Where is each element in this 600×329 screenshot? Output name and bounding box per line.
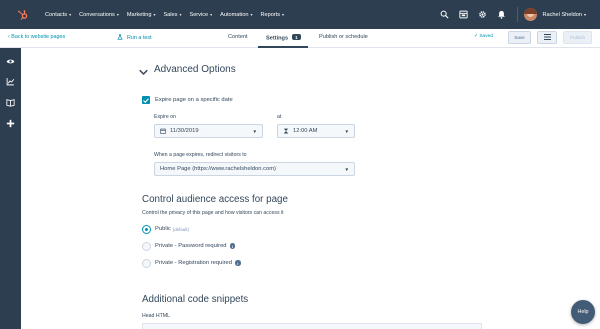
audience-access-description: Control the privacy of this page and how… (142, 210, 284, 216)
nav-right: Rachel Sheldon ▾ (435, 0, 600, 29)
private-registration-label: Private - Registration required (155, 260, 233, 266)
head-html-editor[interactable] (142, 323, 482, 329)
run-test-label: Run a test (127, 35, 152, 41)
chevron-down-icon: ▾ (179, 12, 182, 17)
chevron-down-icon[interactable]: ▾ (584, 12, 586, 17)
redirect-page-select[interactable]: Home Page (https://www.rachelsheldon.com… (154, 162, 355, 176)
flask-icon (117, 34, 123, 42)
chevron-down-icon: ▾ (69, 12, 72, 17)
info-icon[interactable]: i (229, 243, 236, 249)
nav-conversations-label: Conversations (79, 11, 115, 18)
nav-reports-label: Reports (260, 11, 281, 18)
clock-icon (283, 128, 289, 134)
saved-status: ✓ Saved (474, 34, 493, 39)
head-html-label: Head HTML (142, 313, 170, 319)
expire-time-value: 12:00 AM (293, 128, 318, 134)
menu-icon (543, 34, 551, 41)
search-icon[interactable] (435, 0, 454, 29)
more-options-button[interactable] (537, 31, 557, 44)
nav-sales-label: Sales (163, 11, 178, 18)
nav-contacts-label: Contacts (45, 11, 68, 18)
public-label: Public (155, 226, 171, 232)
default-note: (default) (172, 226, 189, 232)
user-name[interactable]: Rachel Sheldon (542, 12, 582, 18)
radio-public-label[interactable]: Public (default) (155, 226, 189, 232)
redirect-page-value: Home Page (https://www.rachelsheldon.com… (160, 166, 276, 172)
advanced-options-heading[interactable]: Advanced Options (154, 64, 236, 75)
nav-automation[interactable]: Automation ▾ (220, 12, 252, 18)
info-icon[interactable]: i (235, 260, 241, 266)
expire-page-label[interactable]: Expire page on a specific date (155, 97, 233, 103)
chevron-down-icon: ▾ (116, 12, 119, 17)
radio-private-registration[interactable] (142, 259, 151, 268)
bell-icon[interactable] (492, 0, 511, 29)
settings-count-badge: 1 (292, 34, 301, 40)
plus-icon[interactable] (4, 117, 17, 130)
avatar[interactable] (524, 8, 538, 21)
chevron-down-icon[interactable] (139, 63, 148, 81)
top-nav: Contacts ▾ Conversations ▾ Marketing ▾ Sale… (0, 0, 600, 29)
nav-sales[interactable]: Sales ▾ (163, 12, 181, 18)
tab-publish-or-schedule[interactable]: Publish or schedule (319, 34, 368, 40)
caret-down-icon: ▼ (344, 167, 349, 172)
caret-down-icon: ▼ (252, 129, 257, 134)
radio-public[interactable] (142, 225, 151, 234)
nav-marketing-label: Marketing (126, 11, 152, 18)
nav-contacts[interactable]: Contacts ▾ (45, 12, 71, 18)
at-label: at (277, 114, 282, 120)
gear-icon[interactable] (473, 0, 492, 29)
hubspot-logo-icon[interactable] (13, 5, 33, 25)
chevron-down-icon: ▾ (282, 12, 285, 17)
radio-private-password-label[interactable]: Private - Password required i (155, 243, 236, 249)
nav-marketing[interactable]: Marketing ▾ (127, 12, 156, 18)
caret-down-icon: ▼ (344, 129, 349, 134)
radio-private-registration-label[interactable]: Private - Registration required i (155, 260, 241, 266)
expire-on-label: Expire on (154, 114, 176, 120)
chart-icon[interactable] (4, 75, 17, 88)
audience-access-heading: Control audience access for page (142, 194, 288, 205)
expire-page-checkbox[interactable] (142, 96, 150, 104)
code-snippets-heading: Additional code snippets (142, 294, 249, 305)
save-button[interactable]: Save (508, 31, 531, 44)
nav-reports[interactable]: Reports ▾ (260, 12, 284, 18)
back-to-pages-link[interactable]: ‹ Back to website pages (8, 34, 65, 40)
marketplace-icon[interactable] (454, 0, 473, 29)
nav-conversations[interactable]: Conversations ▾ (79, 12, 119, 18)
editor-header: ‹ Back to website pages Run a test Conte… (0, 29, 600, 48)
expire-date-value: 11/30/2019 (170, 128, 199, 134)
private-password-label: Private - Password required (155, 243, 227, 249)
nav-service[interactable]: Service ▾ (189, 12, 212, 18)
book-icon[interactable] (4, 96, 17, 109)
back-link-label: Back to website pages (11, 34, 66, 40)
left-sidebar (0, 48, 21, 329)
chevron-down-icon: ▾ (250, 12, 253, 17)
eye-icon[interactable] (4, 55, 17, 68)
nav-automation-label: Automation (220, 11, 249, 18)
expire-date-picker[interactable]: 11/30/2019 ▼ (154, 124, 263, 138)
help-button[interactable]: Help (571, 300, 595, 324)
expire-time-picker[interactable]: 12:00 AM ▼ (277, 124, 355, 138)
nav-service-label: Service (189, 11, 209, 18)
radio-private-password[interactable] (142, 242, 151, 251)
tab-settings[interactable]: Settings 1 (266, 34, 301, 42)
tab-settings-label: Settings (266, 35, 289, 42)
nav-divider (517, 7, 519, 22)
redirect-label: When a page expires, redirect visitors t… (154, 152, 247, 158)
publish-button[interactable]: Publish (563, 31, 592, 44)
chevron-down-icon: ▾ (153, 12, 156, 17)
tab-content[interactable]: Content (228, 34, 248, 40)
calendar-icon (160, 128, 166, 134)
run-test-link[interactable]: Run a test (117, 34, 152, 42)
saved-status-label: Saved (479, 34, 493, 39)
chevron-down-icon: ▾ (210, 12, 213, 17)
settings-panel: Advanced Options Expire page on a specif… (21, 48, 600, 329)
checkmark-icon (143, 97, 149, 103)
